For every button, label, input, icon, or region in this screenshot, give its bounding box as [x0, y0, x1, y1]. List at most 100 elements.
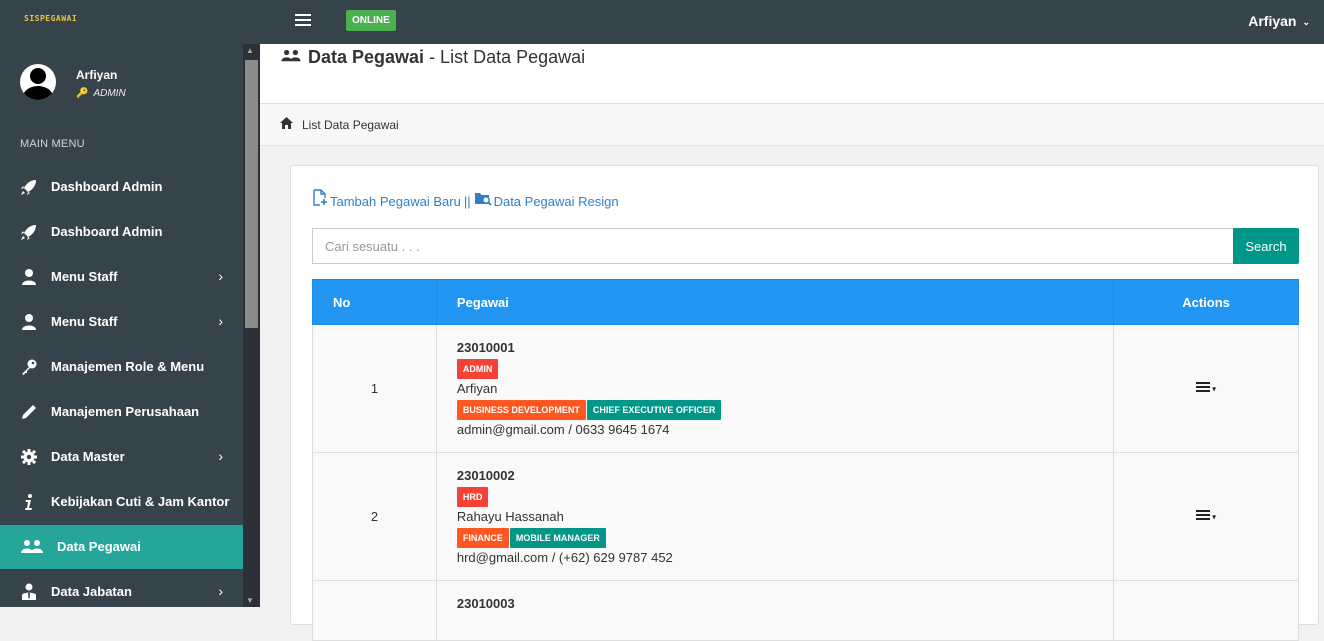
employee-cell: 23010003: [435, 580, 1115, 641]
position-badge: MOBILE MANAGER: [509, 528, 606, 548]
sidebar-item-menu-staff-2[interactable]: Menu Staff ›: [0, 300, 243, 344]
chevron-down-icon: ⌄: [1302, 16, 1310, 27]
employee-cell: 23010001 ADMIN Arfiyan BUSINESS DEVELOPM…: [435, 324, 1115, 453]
employee-contact: hrd@gmail.com / (+62) 629 9787 452: [456, 550, 673, 565]
user-dropdown[interactable]: Arfiyan ⌄: [1248, 13, 1310, 29]
add-employee-link[interactable]: Tambah Pegawai Baru: [312, 189, 461, 209]
link-separator: ||: [463, 194, 471, 209]
caret-down-icon: ▾: [1212, 383, 1217, 393]
department-badge: FINANCE: [456, 528, 509, 548]
users-icon: [20, 538, 44, 556]
action-links: Tambah Pegawai Baru || Data Pegawai Resign: [312, 189, 619, 209]
pencil-icon: [20, 403, 38, 421]
search-button[interactable]: Search: [1233, 228, 1299, 264]
rocket-icon: [20, 178, 38, 196]
user-dropdown-label: Arfiyan: [1248, 13, 1297, 29]
sidebar-item-data-pegawai[interactable]: Data Pegawai: [0, 525, 243, 569]
sidebar-item-dashboard-admin-2[interactable]: Dashboard Admin: [0, 210, 243, 254]
employee-id: 23010003: [456, 596, 515, 611]
user-icon: [20, 313, 38, 331]
gear-icon: [20, 448, 38, 466]
table-header-row: No Pegawai Actions: [312, 279, 1299, 325]
chevron-right-icon: ›: [218, 583, 223, 599]
role-badge: ADMIN: [456, 359, 499, 379]
online-status-badge: ONLINE: [346, 10, 396, 31]
row-actions-menu[interactable]: ▾: [1196, 380, 1216, 398]
sidebar-item-label: Menu Staff: [51, 269, 118, 284]
resigned-employees-link[interactable]: Data Pegawai Resign: [474, 193, 619, 209]
user-icon: [20, 268, 38, 286]
app-logo[interactable]: SISPEGAWAI: [24, 14, 77, 23]
info-icon: [20, 493, 38, 511]
hamburger-menu-icon[interactable]: [295, 14, 311, 28]
row-actions-menu[interactable]: ▾: [1196, 508, 1216, 526]
sidebar-item-label: Menu Staff: [51, 314, 118, 329]
table-row: 23010003: [312, 580, 1299, 641]
scroll-up-icon[interactable]: ▲: [246, 46, 254, 55]
department-badge: BUSINESS DEVELOPMENT: [456, 400, 586, 420]
sidebar-item-label: Manajemen Perusahaan: [51, 404, 200, 419]
home-icon[interactable]: [280, 117, 293, 132]
profile-name: Arfiyan: [76, 68, 118, 82]
rocket-icon: [20, 223, 38, 241]
chevron-right-icon: ›: [218, 313, 223, 329]
sidebar-section-header: MAIN MENU: [20, 138, 85, 150]
scroll-down-icon[interactable]: ▼: [246, 596, 254, 605]
employee-contact: admin@gmail.com / 0633 9645 1674: [456, 422, 670, 437]
file-add-icon: [312, 189, 328, 209]
chevron-right-icon: ›: [218, 268, 223, 284]
sidebar-item-data-jabatan[interactable]: Data Jabatan ›: [0, 570, 243, 607]
list-menu-icon: [1196, 508, 1212, 525]
sidebar-item-data-master[interactable]: Data Master ›: [0, 435, 243, 479]
sidebar-item-label: Kebijakan Cuti & Jam Kantor: [51, 494, 230, 509]
profile-role: 🔑 ADMIN: [76, 88, 126, 99]
main-content: Data Pegawai - List Data Pegawai List Da…: [260, 44, 1324, 641]
sidebar-scrollbar-thumb[interactable]: [245, 60, 258, 328]
sidebar-item-label: Dashboard Admin: [51, 224, 163, 239]
user-profile: Arfiyan 🔑 ADMIN: [20, 64, 240, 104]
actions-cell: ▾: [1113, 324, 1299, 453]
folder-search-icon: [474, 193, 492, 209]
column-header-no[interactable]: No: [312, 279, 437, 325]
table-row: 2 23010002 HRD Rahayu Hassanah FINANCE MO…: [312, 452, 1299, 581]
row-number: 1: [312, 324, 437, 453]
add-employee-label: Tambah Pegawai Baru: [330, 194, 461, 209]
sidebar-item-label: Data Pegawai: [57, 539, 141, 554]
row-number: [312, 580, 437, 641]
page-title-main: Data Pegawai: [308, 47, 425, 67]
sidebar-item-manajemen-perusahaan[interactable]: Manajemen Perusahaan: [0, 390, 243, 434]
user-tie-icon: [20, 583, 38, 601]
actions-cell: [1113, 580, 1299, 641]
breadcrumb: List Data Pegawai: [260, 104, 1324, 146]
sidebar-item-label: Data Master: [51, 449, 125, 464]
sidebar-item-manajemen-role-menu[interactable]: Manajemen Role & Menu: [0, 345, 243, 389]
page-title-sub: - List Data Pegawai: [424, 47, 586, 67]
profile-role-label: ADMIN: [93, 88, 126, 99]
caret-down-icon: ▾: [1212, 511, 1217, 521]
sidebar-item-label: Dashboard Admin: [51, 179, 163, 194]
row-number: 2: [312, 452, 437, 581]
employee-id: 23010001: [456, 340, 515, 355]
sidebar-item-kebijakan-cuti[interactable]: Kebijakan Cuti & Jam Kantor: [0, 480, 243, 524]
search-input[interactable]: [312, 228, 1233, 264]
column-header-pegawai[interactable]: Pegawai: [435, 279, 1115, 325]
table-row: 1 23010001 ADMIN Arfiyan BUSINESS DEVELO…: [312, 324, 1299, 453]
sidebar-item-label: Manajemen Role & Menu: [51, 359, 205, 374]
key-icon: [20, 358, 38, 376]
role-badge: HRD: [456, 487, 489, 507]
chevron-right-icon: ›: [218, 448, 223, 464]
list-menu-icon: [1196, 380, 1212, 397]
sidebar-item-menu-staff[interactable]: Menu Staff ›: [0, 255, 243, 299]
key-icon: 🔑: [76, 88, 89, 99]
sidebar: Arfiyan 🔑 ADMIN MAIN MENU Dashboard Admin…: [0, 44, 243, 607]
sidebar-item-dashboard-admin[interactable]: Dashboard Admin: [0, 165, 243, 209]
employee-cell: 23010002 HRD Rahayu Hassanah FINANCE MOBI…: [435, 452, 1115, 581]
resigned-employees-label: Data Pegawai Resign: [493, 194, 619, 209]
search-bar: Search: [312, 228, 1299, 264]
page-header: Data Pegawai - List Data Pegawai: [260, 44, 1324, 104]
employee-name: Arfiyan: [456, 381, 498, 396]
avatar: [20, 64, 56, 100]
position-badge: CHIEF EXECUTIVE OFFICER: [586, 400, 722, 420]
employee-id: 23010002: [456, 468, 515, 483]
employee-list-card: Tambah Pegawai Baru || Data Pegawai Resign…: [290, 165, 1319, 641]
